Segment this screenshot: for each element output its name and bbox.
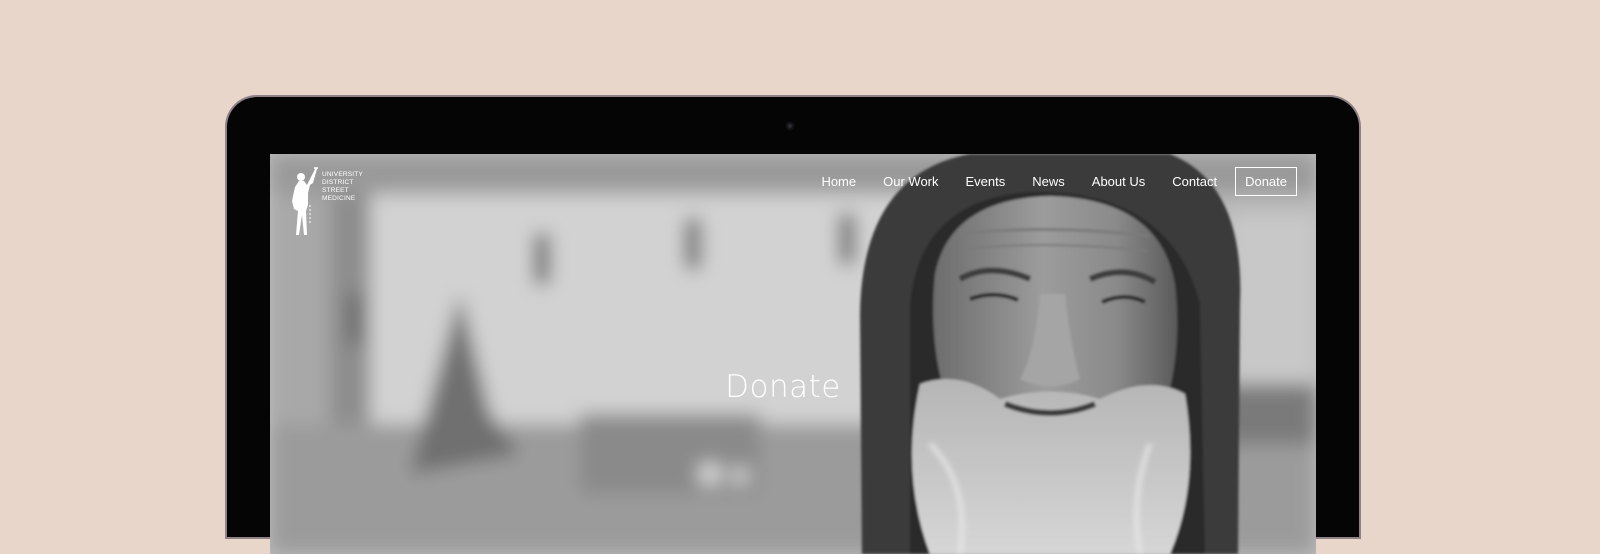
nav-item-our-work[interactable]: Our Work xyxy=(883,174,938,189)
nav-item-events[interactable]: Events xyxy=(966,174,1006,189)
main-nav: Home Our Work Events News About Us Conta… xyxy=(821,167,1297,196)
page-title: Donate xyxy=(725,369,841,405)
nav-item-news[interactable]: News xyxy=(1032,174,1065,189)
logo-line: UNIVERSITY xyxy=(322,171,364,178)
nav-item-home[interactable]: Home xyxy=(821,174,856,189)
logo-text: UNIVERSITY DISTRICT STREET MEDICINE xyxy=(322,171,363,203)
nav-item-about-us[interactable]: About Us xyxy=(1092,174,1145,189)
logo-line: MEDICINE xyxy=(322,195,356,202)
silhouette-figure-icon xyxy=(292,167,318,235)
logo-line: STREET xyxy=(322,187,349,194)
webcam xyxy=(786,122,794,130)
donate-button[interactable]: Donate xyxy=(1235,167,1297,196)
website-screen: UNIVERSITY DISTRICT STREET MEDICINE Home… xyxy=(270,154,1316,554)
logo[interactable]: UNIVERSITY DISTRICT STREET MEDICINE xyxy=(286,165,366,239)
laptop-frame: UNIVERSITY DISTRICT STREET MEDICINE Home… xyxy=(227,97,1359,554)
hero-image xyxy=(270,154,1316,554)
logo-line: DISTRICT xyxy=(322,179,354,186)
nav-item-contact[interactable]: Contact xyxy=(1172,174,1217,189)
